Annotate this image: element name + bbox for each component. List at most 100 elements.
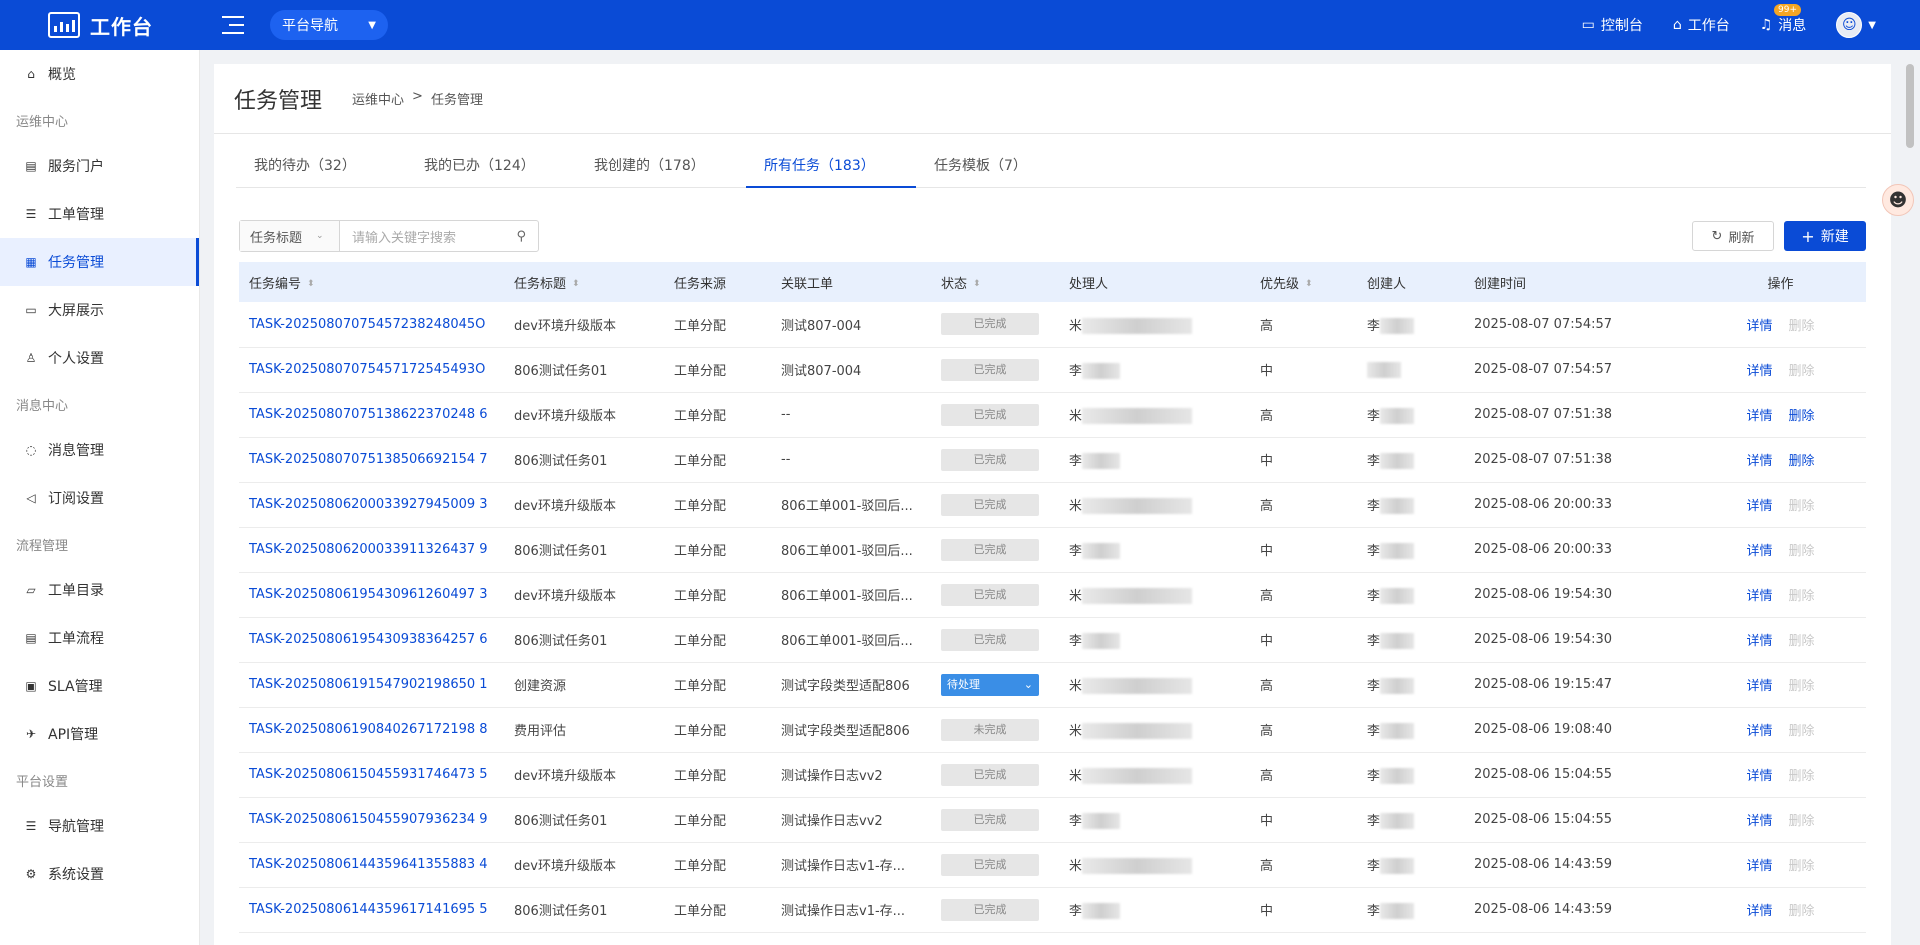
- console-link[interactable]: ▭ 控制台: [1582, 15, 1643, 35]
- platform-nav-dropdown[interactable]: 平台导航 ▼: [270, 10, 388, 40]
- sidebar-item[interactable]: ▣ SLA管理: [0, 662, 199, 710]
- monitor-icon: ▭: [1581, 17, 1595, 33]
- sidebar-item[interactable]: ☰ 工单管理: [0, 190, 199, 238]
- task-id-link-text[interactable]: TASK-20250807075457172545493O: [249, 362, 485, 377]
- task-id-link-text[interactable]: TASK-20250807075138622370248 6: [249, 407, 488, 422]
- priority-text: 中: [1260, 904, 1274, 919]
- tab[interactable]: 我创建的（178）: [576, 158, 746, 188]
- task-id-link[interactable]: TASK-20250806190840267172198 8: [239, 707, 504, 753]
- sidebar-item[interactable]: ▦ 任务管理: [0, 238, 199, 286]
- task-id-link-text[interactable]: TASK-20250806150455907936234 9: [249, 812, 488, 827]
- task-source: 工单分配: [664, 302, 771, 348]
- task-id-link-text[interactable]: TASK-20250806144359617141695 5: [249, 902, 488, 917]
- task-id-link-text[interactable]: TASK-20250806200033911326437 9: [249, 542, 488, 557]
- sidebar-item[interactable]: ☰ 导航管理: [0, 802, 199, 850]
- handler-text: 米: [1069, 678, 1083, 694]
- task-id-link[interactable]: TASK-20250806195430938364257 6: [239, 617, 504, 663]
- workbench-link[interactable]: ⌂ 工作台: [1673, 15, 1730, 35]
- breadcrumb-item[interactable]: 运维中心: [352, 89, 404, 108]
- detail-link[interactable]: 详情: [1746, 499, 1772, 514]
- sidebar-item[interactable]: ◁ 订阅设置: [0, 474, 199, 522]
- tab[interactable]: 所有任务（183）: [746, 158, 916, 188]
- task-id-link[interactable]: TASK-20250807075138506692154 7: [239, 437, 504, 483]
- sort-icon[interactable]: ⬍: [1305, 279, 1313, 289]
- detail-link[interactable]: 详情: [1746, 319, 1772, 334]
- task-id-link[interactable]: TASK-20250806191547902198650 1: [239, 662, 504, 708]
- sidebar-item-label: 大屏展示: [48, 303, 104, 319]
- sidebar-item[interactable]: ✈ API管理: [0, 710, 199, 758]
- task-id-link-text[interactable]: TASK-20250806200033927945009 3: [249, 497, 488, 512]
- table-row: TASK-20250807075457172545493O 806测试任务01 工单…: [239, 347, 1866, 393]
- sort-icon[interactable]: ⬍: [572, 279, 580, 289]
- search-icon[interactable]: ⚲: [516, 229, 526, 244]
- related-ticket-text: --: [781, 407, 791, 422]
- task-id-link[interactable]: TASK-20250806200033911326437 9: [239, 527, 504, 573]
- detail-link[interactable]: 详情: [1746, 589, 1772, 604]
- delete-link[interactable]: 删除: [1789, 409, 1815, 424]
- task-id-link-text[interactable]: TASK-20250806150455931746473 5: [249, 767, 488, 782]
- delete-link: 删除: [1788, 499, 1815, 514]
- task-id-link[interactable]: TASK-20250807075138622370248 6: [239, 392, 504, 438]
- sidebar-item[interactable]: ⌂ 概览: [0, 50, 199, 98]
- search-input[interactable]: 请输入关键字搜索 ⚲: [340, 221, 538, 251]
- task-id-link-text[interactable]: TASK-20250806195430961260497 3: [249, 587, 488, 602]
- messages-link[interactable]: ♫ 消息: [1760, 15, 1807, 35]
- sidebar-item[interactable]: ♙ 个人设置: [0, 334, 199, 382]
- task-id-link-text[interactable]: TASK-20250806191547902198650 1: [249, 677, 488, 692]
- detail-link[interactable]: 详情: [1746, 859, 1772, 874]
- handler: 米: [1059, 392, 1250, 438]
- detail-link[interactable]: 详情: [1746, 814, 1772, 829]
- sidebar-item[interactable]: ▭ 大屏展示: [0, 286, 199, 334]
- tab[interactable]: 我的待办（32）: [236, 158, 406, 188]
- task-id-link-text[interactable]: TASK-20250807075138506692154 7: [249, 452, 488, 467]
- detail-link[interactable]: 详情: [1746, 409, 1772, 424]
- detail-link[interactable]: 详情: [1746, 769, 1772, 784]
- task-id-link-text[interactable]: TASK-20250807075457238248045O: [249, 317, 485, 332]
- task-id-link[interactable]: TASK-20250807075457238248045O: [239, 302, 504, 348]
- sidebar-item[interactable]: ▤ 服务门户: [0, 142, 199, 190]
- sort-icon[interactable]: ⬍: [973, 279, 981, 289]
- delete-link[interactable]: 删除: [1789, 454, 1815, 469]
- detail-link[interactable]: 详情: [1746, 364, 1772, 379]
- assistant-avatar[interactable]: ☻: [1882, 184, 1914, 216]
- status-select[interactable]: 待处理 ⌄: [941, 673, 1039, 696]
- menu-toggle-icon[interactable]: [222, 16, 244, 34]
- task-id-link[interactable]: TASK-20250806144359617141695 5: [239, 887, 504, 933]
- rocket-icon: ✈: [25, 727, 37, 741]
- refresh-button[interactable]: ↻ 刷新: [1692, 221, 1774, 251]
- status-label: 已完成: [973, 812, 1007, 826]
- tab[interactable]: 我的已办（124）: [406, 158, 576, 188]
- detail-link[interactable]: 详情: [1746, 724, 1772, 739]
- status-cell: 已完成: [931, 437, 1059, 483]
- task-id-link-text[interactable]: TASK-20250806195430938364257 6: [249, 632, 488, 647]
- task-id-link[interactable]: TASK-20250806144359641355883 4: [239, 842, 504, 888]
- page-scrollbar[interactable]: [1906, 64, 1914, 148]
- tab[interactable]: 任务模板（7）: [916, 158, 1086, 188]
- detail-link[interactable]: 详情: [1746, 904, 1772, 919]
- sidebar-item[interactable]: ▤ 工单流程: [0, 614, 199, 662]
- column-header[interactable]: 优先级 ⬍: [1250, 262, 1357, 302]
- detail-link[interactable]: 详情: [1746, 634, 1772, 649]
- detail-link[interactable]: 详情: [1746, 454, 1772, 469]
- detail-link[interactable]: 详情: [1746, 544, 1772, 559]
- task-id-link-text[interactable]: TASK-20250806144359641355883 4: [249, 857, 488, 872]
- task-id-link[interactable]: TASK-20250806150455907936234 9: [239, 797, 504, 843]
- task-id-link[interactable]: TASK-20250806195430961260497 3: [239, 572, 504, 618]
- sidebar-item[interactable]: ▱ 工单目录: [0, 566, 199, 614]
- logo[interactable]: 工作台: [48, 11, 208, 40]
- detail-link[interactable]: 详情: [1746, 679, 1772, 694]
- task-id-link[interactable]: TASK-20250806200033927945009 3: [239, 482, 504, 528]
- task-id-link[interactable]: TASK-20250806150455931746473 5: [239, 752, 504, 798]
- related-ticket-text: 测试807-004: [781, 318, 862, 334]
- search-field-select[interactable]: 任务标题 ⌄: [240, 221, 340, 251]
- user-menu[interactable]: ☺ ▼: [1836, 12, 1876, 38]
- sort-icon[interactable]: ⬍: [307, 279, 315, 289]
- column-header[interactable]: 任务标题 ⬍: [504, 262, 664, 302]
- new-task-button[interactable]: + 新建: [1784, 221, 1866, 251]
- column-header[interactable]: 状态 ⬍: [931, 262, 1059, 302]
- task-id-link[interactable]: TASK-20250807075457172545493O: [239, 347, 504, 393]
- column-header[interactable]: 任务编号 ⬍: [239, 262, 504, 302]
- task-id-link-text[interactable]: TASK-20250806190840267172198 8: [249, 722, 488, 737]
- sidebar-item[interactable]: ⚙ 系统设置: [0, 850, 199, 898]
- sidebar-item[interactable]: ◌ 消息管理: [0, 426, 199, 474]
